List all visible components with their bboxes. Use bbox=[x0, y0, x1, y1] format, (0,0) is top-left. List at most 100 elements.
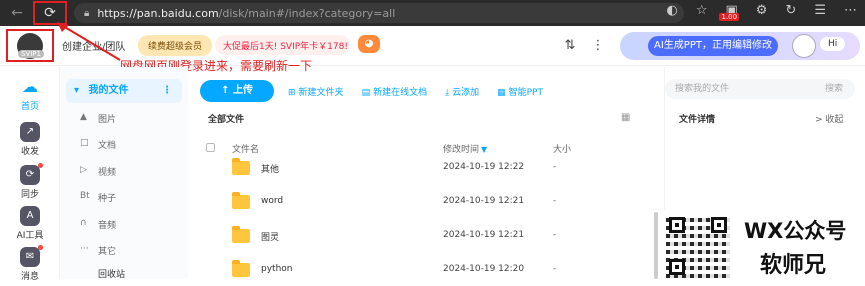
back-arrow-icon[interactable]: ← bbox=[6, 2, 28, 24]
file-size: - bbox=[553, 162, 557, 172]
category-other[interactable]: ··· 其它 bbox=[80, 244, 117, 257]
lock-icon: 🔒︎ bbox=[84, 7, 90, 19]
favorites-list-icon[interactable]: ☰ bbox=[814, 3, 826, 18]
category-label: 其它 bbox=[98, 247, 117, 257]
nav-label: 首页 bbox=[20, 102, 39, 112]
category-images[interactable]: ▲ 图片 bbox=[80, 112, 117, 125]
translate-icon[interactable]: ◐ bbox=[666, 3, 677, 18]
nav-item-ai[interactable]: A AI工具 bbox=[8, 206, 52, 241]
transfer-icon[interactable]: ⇅ bbox=[560, 36, 580, 56]
ai-icon: A bbox=[20, 206, 40, 226]
scrollbar[interactable] bbox=[654, 212, 658, 279]
promo-banner[interactable]: 大促最后1天! SVIP年卡￥178! bbox=[215, 35, 350, 55]
cloud-add-button[interactable]: ⤓ 云添加 bbox=[441, 85, 483, 98]
favorite-star-icon[interactable]: ☆ bbox=[696, 3, 708, 18]
table-row[interactable]: 图灵 2024-10-19 12:21 - bbox=[200, 222, 640, 252]
nav-item-message[interactable]: ✉ 消息 bbox=[8, 245, 52, 282]
collapse-button[interactable]: > 收起 bbox=[815, 112, 843, 125]
tool-label: 新建文件夹 bbox=[298, 87, 344, 98]
file-date: 2024-10-19 12:21 bbox=[443, 196, 525, 206]
headphones-icon: ∩ bbox=[80, 218, 87, 228]
nav-label: 同步 bbox=[20, 190, 39, 200]
category-torrents[interactable]: Bt 种子 bbox=[80, 191, 117, 204]
table-row[interactable]: python 2024-10-19 12:20 - bbox=[200, 256, 640, 286]
table-row[interactable]: 其他 2024-10-19 12:22 - bbox=[200, 154, 640, 184]
category-audio[interactable]: ∩ 音频 bbox=[80, 218, 117, 231]
ai-banner[interactable]: AI生成PPT，正用编辑修改 Hi bbox=[620, 32, 860, 60]
sync-profile-icon[interactable]: ↻ bbox=[785, 3, 796, 18]
category-videos[interactable]: ▷ 视频 bbox=[80, 165, 117, 178]
category-label: 视频 bbox=[98, 168, 117, 178]
tool-label: 智能PPT bbox=[508, 87, 543, 98]
smart-ppt-button[interactable]: ▦ 智能PPT bbox=[493, 85, 547, 98]
settings-gear-icon[interactable]: ⚙ bbox=[756, 3, 768, 18]
search-button[interactable]: 搜索 bbox=[825, 79, 843, 99]
extension-icon[interactable]: ▣ 1.00 bbox=[719, 3, 740, 21]
message-icon: ✉ bbox=[20, 245, 43, 267]
category-label: 图片 bbox=[98, 115, 117, 125]
new-folder-button[interactable]: ⊞ 新建文件夹 bbox=[284, 85, 348, 98]
watermark-line1: WX公众号 bbox=[744, 219, 847, 243]
file-name[interactable]: python bbox=[261, 264, 292, 274]
more-vertical-icon[interactable]: ⋮ bbox=[588, 36, 608, 56]
folder-icon bbox=[232, 158, 250, 175]
nav-label: 收发 bbox=[20, 147, 39, 157]
send-icon: ↗ bbox=[20, 122, 40, 142]
more-dots-icon: ··· bbox=[80, 244, 89, 254]
qr-corner bbox=[669, 259, 685, 275]
left-nav: ☁ 首页 ↗ 收发 ⟳ 同步 A AI工具 ✉ 消息 bbox=[0, 67, 60, 282]
more-vertical-icon[interactable]: ⋮ bbox=[162, 79, 172, 103]
nav-item-send[interactable]: ↗ 收发 bbox=[8, 122, 52, 157]
sync-icon: ⟳ bbox=[20, 163, 43, 185]
detail-title: 文件详情 bbox=[679, 115, 716, 125]
category-my-files[interactable]: ▾ 我的文件 ⋮ bbox=[66, 79, 182, 103]
gamepad-icon[interactable]: ◕ bbox=[358, 35, 380, 53]
category-label: 音频 bbox=[98, 221, 117, 231]
nav-item-sync[interactable]: ⟳ 同步 bbox=[8, 163, 52, 200]
category-panel: ▾ 我的文件 ⋮ ▲ 图片 □ 文档 ▷ 视频 Bt 种子 ∩ 音频 ··· 其它 回收站 bbox=[60, 67, 188, 280]
file-name[interactable]: 图灵 bbox=[261, 230, 279, 243]
new-doc-button[interactable]: ▤ 新建在线文档 bbox=[358, 85, 432, 98]
qr-corner bbox=[711, 217, 727, 233]
ppt-icon: ▦ bbox=[497, 87, 506, 98]
select-all-checkbox[interactable] bbox=[206, 143, 215, 152]
tool-label: 新建在线文档 bbox=[373, 87, 428, 98]
category-label: 种子 bbox=[98, 194, 117, 204]
url-host: https://pan.baidu.com bbox=[97, 6, 219, 20]
folder-plus-icon: ⊞ bbox=[288, 87, 296, 98]
more-dots-icon[interactable]: ⋯ bbox=[844, 3, 857, 18]
tool-label: 云添加 bbox=[452, 87, 480, 98]
watermark: WX公众号 软师兄 bbox=[664, 210, 865, 279]
file-name[interactable]: 其他 bbox=[261, 162, 279, 175]
collapse-label: 收起 bbox=[825, 115, 844, 125]
watermark-line2: 软师兄 bbox=[760, 253, 827, 278]
cloud-icon: ☁ bbox=[20, 77, 40, 97]
category-label: 我的文件 bbox=[88, 85, 129, 96]
table-row[interactable]: word 2024-10-19 12:21 - bbox=[200, 188, 640, 218]
file-name[interactable]: word bbox=[261, 196, 283, 206]
notification-dot bbox=[38, 163, 43, 168]
nav-label: AI工具 bbox=[16, 231, 44, 241]
renew-vip-button[interactable]: 续费超级会员 bbox=[138, 35, 213, 56]
file-toolbar: ↑ 上传 ⊞ 新建文件夹 ▤ 新建在线文档 ⤓ 云添加 ▦ 智能PPT bbox=[200, 79, 547, 103]
browser-icons: ◐ ☆ ▣ 1.00 ⚙ ↻ ☰ ⋯ bbox=[666, 3, 857, 21]
file-date: 2024-10-19 12:21 bbox=[443, 230, 525, 240]
notification-dot bbox=[38, 245, 43, 250]
reload-icon: ⟳ bbox=[44, 5, 56, 21]
search-input[interactable]: 搜索我的文件 搜索 bbox=[665, 79, 855, 99]
search-placeholder: 搜索我的文件 bbox=[675, 84, 730, 94]
category-recycle[interactable]: 回收站 bbox=[98, 267, 125, 280]
file-size: - bbox=[553, 264, 557, 274]
category-docs[interactable]: □ 文档 bbox=[80, 138, 117, 151]
chevron-down-icon: ▾ bbox=[74, 85, 80, 96]
ai-ppt-button[interactable]: AI生成PPT，正用编辑修改 bbox=[648, 36, 778, 56]
category-label: 文档 bbox=[98, 141, 117, 151]
nav-item-home[interactable]: ☁ 首页 bbox=[8, 77, 52, 112]
avatar-highlight-box[interactable]: SVIP1 bbox=[6, 29, 54, 62]
video-icon: ▷ bbox=[80, 165, 87, 175]
breadcrumb: 全部文件 bbox=[208, 115, 245, 125]
grid-view-icon[interactable]: ▦ bbox=[621, 112, 630, 123]
collapse-arrow-icon: > bbox=[815, 115, 826, 125]
address-bar[interactable]: 🔒︎ https://pan.baidu.com /disk/main#/ind… bbox=[74, 3, 684, 23]
upload-button[interactable]: ↑ 上传 bbox=[200, 80, 274, 102]
